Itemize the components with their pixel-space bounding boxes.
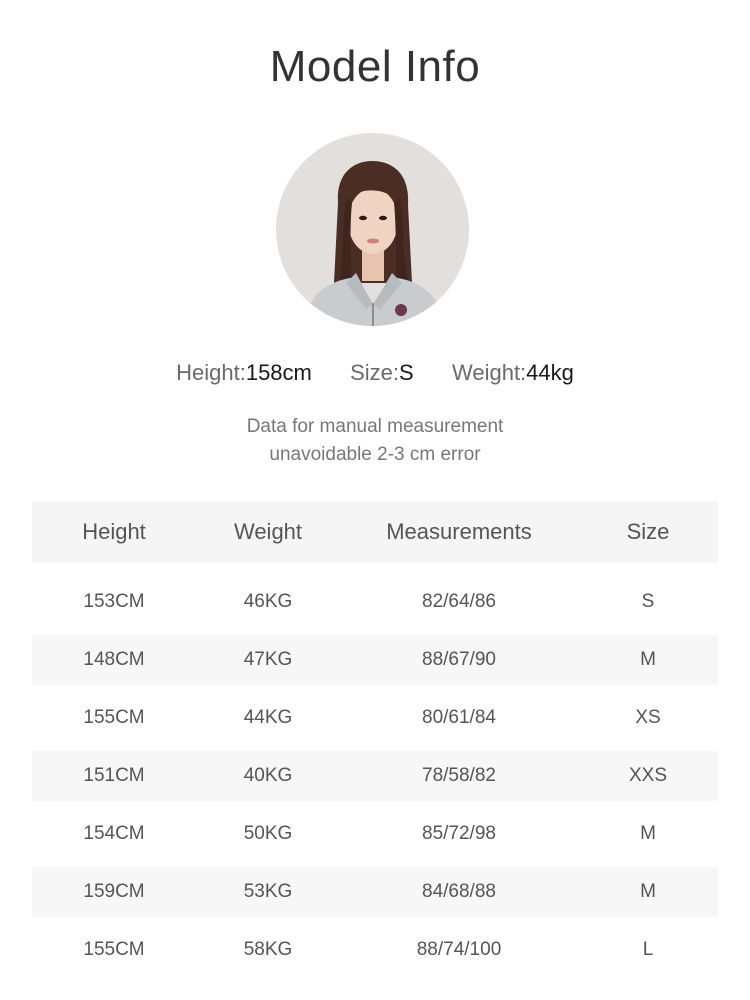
cell-measurements: 88/67/90 [422,649,496,670]
cell-weight: 46KG [243,591,293,612]
cell-height: 154CM [83,823,145,844]
cell-height: 153CM [83,591,145,612]
cell-measurements: 78/58/82 [422,765,496,786]
cell-measurements: 82/64/86 [422,591,496,612]
cell-height: 151CM [83,765,145,786]
cell-height: 155CM [83,707,145,728]
size-value: S [399,360,414,385]
height-value: 158cm [245,360,312,385]
weight-label: Weight: [451,360,527,385]
cell-weight: 47KG [243,649,293,670]
cell-size: M [640,823,656,844]
cell-size: L [642,939,654,960]
header-size: Size [626,519,670,544]
cell-weight: 40KG [243,765,293,786]
header-weight: Weight [233,519,303,544]
cell-weight: 53KG [243,881,293,902]
table-header: Height Weight Measurements Size [32,501,718,563]
cell-size: XS [635,707,661,728]
cell-size: M [640,881,656,902]
weight-value: 44kg [526,360,574,385]
model-stats: Height:158cm Size:S Weight:44kg [0,360,750,386]
measurement-note: Data for manual measurement unavoidable … [0,413,750,469]
page-title: Model Info [269,42,481,91]
cell-weight: 50KG [243,823,293,844]
note-line-1: Data for manual measurement [246,416,504,437]
table-row: 159CM 53KG 84/68/88 M [32,867,718,917]
table-row: 148CM 47KG 88/67/90 M [32,635,718,685]
table-row: 154CM 50KG 85/72/98 M [32,809,718,859]
cell-height: 148CM [83,649,145,670]
cell-measurements: 85/72/98 [422,823,496,844]
cell-size: XXS [628,765,668,786]
table-row: 155CM 44KG 80/61/84 XS [32,693,718,743]
height-label: Height: [176,360,246,385]
size-table: Height Weight Measurements Size 153CM 46… [32,501,718,975]
header-height: Height [82,519,146,544]
table-row: 153CM 46KG 82/64/86 S [32,577,718,627]
table-row: 155CM 58KG 88/74/100 L [32,925,718,975]
note-line-2: unavoidable 2-3 cm error [269,444,481,465]
cell-height: 159CM [83,881,145,902]
model-photo [276,133,469,326]
cell-measurements: 88/74/100 [416,939,502,960]
table-row: 151CM 40KG 78/58/82 XXS [32,751,718,801]
cell-measurements: 80/61/84 [422,707,496,728]
size-label: Size: [350,360,400,385]
cell-weight: 58KG [243,939,293,960]
cell-measurements: 84/68/88 [422,881,496,902]
header-measurements: Measurements [386,519,532,544]
cell-size: S [641,591,655,612]
cell-height: 155CM [83,939,145,960]
model-info-page: Model Info Height:158cm Size:S Weight:44… [0,0,750,1000]
cell-weight: 44KG [243,707,293,728]
cell-size: M [640,649,656,670]
